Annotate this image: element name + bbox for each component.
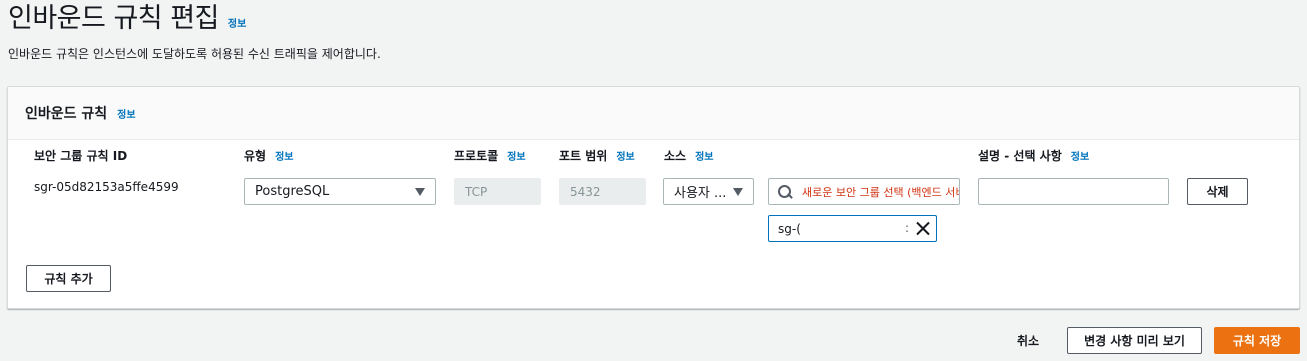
- port-range-info-link[interactable]: 정보: [616, 148, 634, 163]
- col-header-port-range: 포트 범위 정보: [559, 147, 635, 164]
- source-type-select[interactable]: 사용자 ...: [663, 178, 754, 205]
- add-rule-label: 규칙 추가: [44, 272, 93, 286]
- type-select-value: PostgreSQL: [255, 184, 330, 199]
- chevron-down-icon: [415, 188, 425, 196]
- panel-title: 인바운드 규칙: [25, 106, 108, 122]
- col-header-type-label: 유형: [244, 149, 267, 163]
- col-header-rule-id: 보안 그룹 규칙 ID: [34, 147, 127, 164]
- col-header-rule-id-label: 보안 그룹 규칙 ID: [34, 149, 128, 163]
- chevron-down-icon: [733, 188, 743, 196]
- token-value: sg-(: [778, 221, 801, 236]
- close-icon[interactable]: [916, 221, 930, 235]
- port-range-field: 5432: [559, 178, 646, 205]
- col-header-protocol: 프로토콜 정보: [454, 147, 526, 164]
- page-description: 인바운드 규칙은 인스턴스에 도달하도록 허용된 수신 트래픽을 제어합니다.: [8, 47, 381, 61]
- delete-rule-label: 삭제: [1206, 185, 1229, 199]
- description-info-link[interactable]: 정보: [1071, 148, 1089, 163]
- source-search-placeholder: 새로운 보안 그룹 선택 (백엔드 서비스가 실행되는 EC2의 보안 그룹): [802, 185, 959, 199]
- port-range-value: 5432: [570, 184, 601, 199]
- page-info-link[interactable]: 정보: [228, 15, 246, 30]
- cancel-button[interactable]: 취소: [1017, 332, 1039, 349]
- preview-changes-button[interactable]: 변경 사항 미리 보기: [1067, 327, 1202, 354]
- protocol-info-link[interactable]: 정보: [507, 148, 525, 163]
- col-header-source-label: 소스: [664, 149, 687, 163]
- panel-info-link[interactable]: 정보: [117, 106, 135, 121]
- col-header-source: 소스 정보: [664, 147, 714, 164]
- panel-header: 인바운드 규칙 정보: [8, 87, 1299, 140]
- col-header-description: 설명 - 선택 사항 정보: [978, 147, 1089, 164]
- page-title-row: 인바운드 규칙 편집 정보: [8, 2, 246, 36]
- token-separator: :: [905, 221, 910, 235]
- delete-rule-button[interactable]: 삭제: [1187, 178, 1248, 205]
- col-header-port-range-label: 포트 범위: [559, 149, 608, 163]
- source-type-value: 사용자 ...: [674, 186, 727, 201]
- source-info-link[interactable]: 정보: [695, 148, 713, 163]
- type-info-link[interactable]: 정보: [275, 148, 293, 163]
- col-header-type: 유형 정보: [244, 147, 294, 164]
- save-rules-button[interactable]: 규칙 저장: [1214, 327, 1300, 354]
- protocol-value: TCP: [465, 184, 488, 199]
- inbound-rules-panel: 인바운드 규칙 정보 보안 그룹 규칙 ID 유형 정보 프로토콜 정보 포트 …: [7, 86, 1300, 309]
- save-rules-label: 규칙 저장: [1232, 334, 1282, 348]
- preview-changes-label: 변경 사항 미리 보기: [1084, 334, 1185, 348]
- add-rule-button[interactable]: 규칙 추가: [26, 265, 111, 292]
- description-input[interactable]: [978, 178, 1169, 205]
- protocol-field: TCP: [454, 178, 541, 205]
- rule-id: sgr-05d82153a5ffe4599: [34, 180, 179, 194]
- source-search-input[interactable]: 새로운 보안 그룹 선택 (백엔드 서비스가 실행되는 EC2의 보안 그룹): [768, 178, 960, 205]
- col-header-protocol-label: 프로토콜: [454, 149, 499, 163]
- search-icon: [778, 184, 792, 199]
- page-title: 인바운드 규칙 편집: [8, 3, 219, 34]
- col-header-description-label: 설명 - 선택 사항: [978, 149, 1062, 163]
- type-select[interactable]: PostgreSQL: [244, 178, 436, 205]
- selected-security-group-token[interactable]: sg-( :: [768, 215, 937, 242]
